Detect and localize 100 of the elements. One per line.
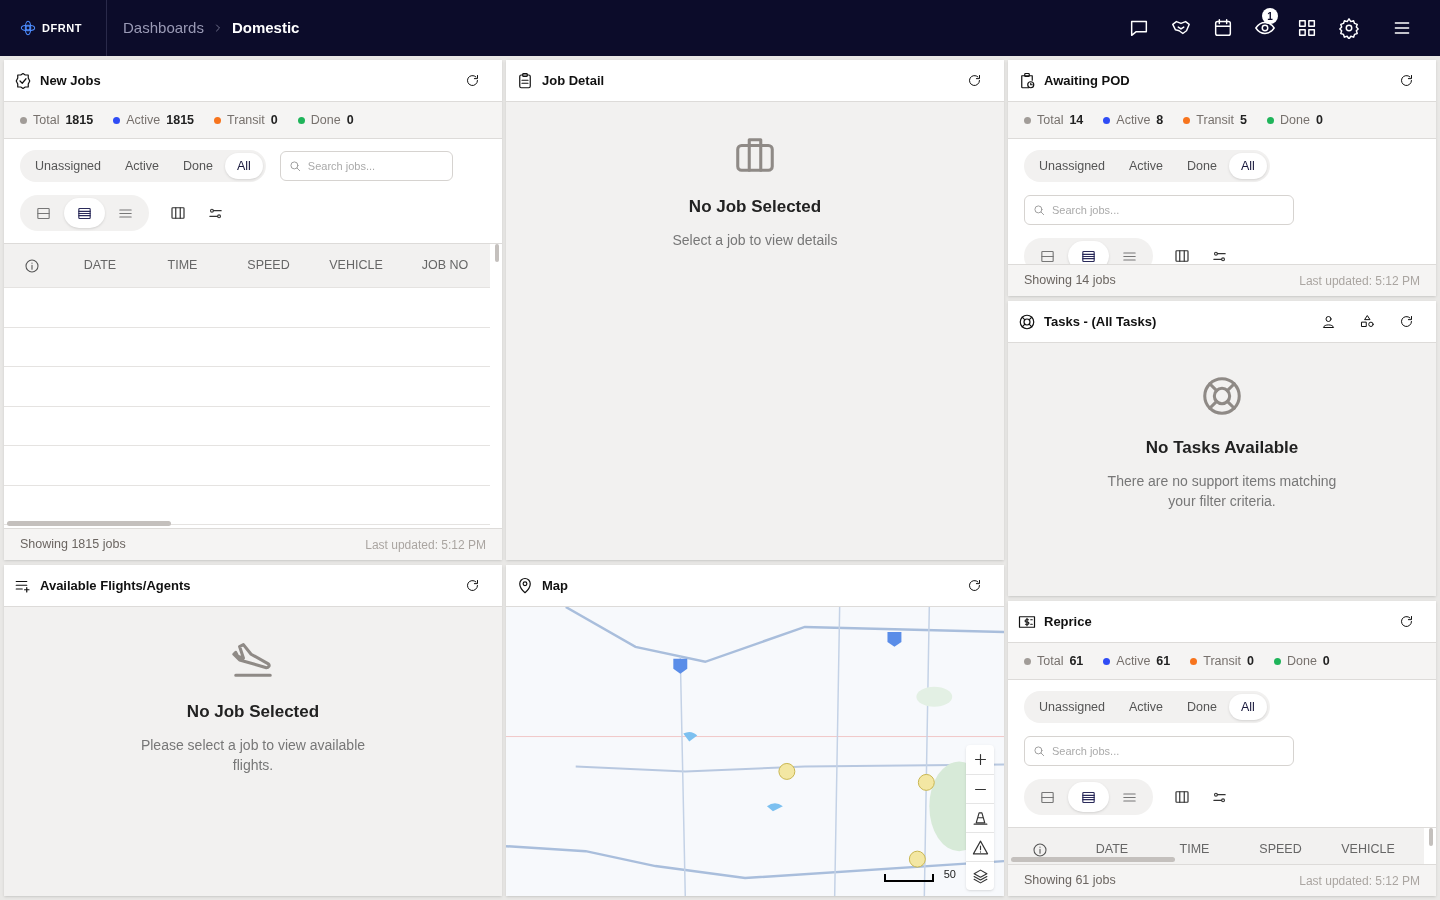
stat-label: Transit xyxy=(227,111,265,129)
search-field[interactable]: Search jobs... xyxy=(1024,736,1294,766)
filter-tab[interactable]: Active xyxy=(1117,694,1176,720)
column-header[interactable]: VEHICLE xyxy=(1324,840,1412,859)
stat-value: 5 xyxy=(1240,111,1247,129)
refresh-icon[interactable] xyxy=(967,578,982,593)
panel-title: Awaiting POD xyxy=(1044,71,1130,90)
scrollbar-thumb[interactable] xyxy=(7,521,171,526)
refresh-icon[interactable] xyxy=(1399,314,1414,329)
empty-state-title: No Job Selected xyxy=(186,701,320,723)
refresh-icon[interactable] xyxy=(967,73,982,88)
stat-value: 1815 xyxy=(166,111,195,129)
refresh-icon[interactable] xyxy=(465,578,480,593)
info-icon[interactable] xyxy=(1032,841,1048,858)
scrollbar-thumb[interactable] xyxy=(495,244,499,262)
columns-icon[interactable] xyxy=(1173,247,1191,264)
column-header[interactable]: JOB NO xyxy=(400,256,490,275)
filter-tab[interactable]: Done xyxy=(171,153,225,179)
grid-icon[interactable] xyxy=(1296,17,1318,39)
columns-icon[interactable] xyxy=(1173,788,1191,806)
filter-tab[interactable]: All xyxy=(224,153,263,179)
breadcrumb-link[interactable]: Dashboards xyxy=(123,16,204,40)
panel-title: New Jobs xyxy=(40,71,101,90)
column-header[interactable]: TIME xyxy=(1152,840,1237,859)
breadcrumb-link[interactable]: Domestic xyxy=(231,16,300,40)
filter-tab[interactable]: Unassigned xyxy=(1027,153,1117,179)
warning-icon[interactable] xyxy=(971,838,989,856)
scale-label: 50 xyxy=(943,866,956,882)
stat-label: Done xyxy=(310,111,341,129)
view-mode-button[interactable] xyxy=(1068,782,1109,812)
stat-label: Active xyxy=(1116,652,1151,670)
stat-label: Transit xyxy=(1203,652,1241,670)
stat-label: Done xyxy=(1280,111,1310,129)
scrollbar-thumb[interactable] xyxy=(1011,857,1175,862)
empty-state-title: No Job Selected xyxy=(688,196,822,218)
column-header[interactable]: DATE xyxy=(1072,840,1152,859)
filter-tab[interactable]: Active xyxy=(113,153,172,179)
scrollbar-thumb[interactable] xyxy=(1429,828,1433,846)
search-icon xyxy=(287,159,302,173)
clipboard-icon xyxy=(516,71,534,90)
stat-value: 14 xyxy=(1069,111,1084,129)
notification-badge: 1 xyxy=(1262,8,1278,24)
stat-label: Done xyxy=(1286,652,1317,670)
shapes-icon[interactable] xyxy=(1360,314,1375,329)
last-updated: Last updated: 5:12 PM xyxy=(365,536,486,554)
panel-title: Tasks - (All Tasks) xyxy=(1044,312,1157,331)
stat-value: 0 xyxy=(346,111,354,129)
stat-value: 0 xyxy=(1315,111,1323,129)
stat-value: 61 xyxy=(1156,652,1171,670)
logo-text[interactable]: DFRNT xyxy=(42,19,83,37)
empty-state-message: Select a job to view details xyxy=(672,230,838,250)
filter-tab[interactable]: Unassigned xyxy=(1027,694,1117,720)
search-icon xyxy=(1032,203,1046,217)
stat-value: 0 xyxy=(270,111,278,129)
filter-tab[interactable]: Active xyxy=(1117,153,1176,179)
job-count: Showing 14 jobs xyxy=(1024,272,1116,290)
filter-tab[interactable]: Unassigned xyxy=(23,153,113,179)
stat-value: 61 xyxy=(1069,652,1084,670)
info-icon[interactable] xyxy=(24,257,40,274)
search-field[interactable]: Search jobs... xyxy=(1024,195,1294,225)
traffic-cone-icon[interactable] xyxy=(971,809,989,827)
badge-check-icon xyxy=(14,71,32,90)
filter-tab[interactable]: Done xyxy=(1175,153,1229,179)
column-header[interactable]: SPEED xyxy=(1237,840,1324,859)
view-mode-button[interactable] xyxy=(64,198,105,228)
panel-title: Reprice xyxy=(1044,612,1092,631)
panel-title: Available Flights/Agents xyxy=(40,576,191,595)
stat-label: Total xyxy=(33,111,60,129)
map-pin-icon xyxy=(516,576,534,595)
column-header[interactable]: TIME xyxy=(140,256,225,275)
columns-icon[interactable] xyxy=(169,204,187,222)
layers-icon[interactable] xyxy=(971,867,989,885)
filter-tab[interactable]: All xyxy=(1228,694,1267,720)
search-icon xyxy=(1032,744,1046,758)
refresh-icon[interactable] xyxy=(1399,73,1414,88)
refresh-icon[interactable] xyxy=(465,73,480,88)
settings-icon[interactable] xyxy=(1338,17,1360,39)
stat-label: Active xyxy=(1116,111,1151,129)
last-updated: Last updated: 5:12 PM xyxy=(1299,872,1420,890)
job-count: Showing 1815 jobs xyxy=(20,536,126,554)
view-mode-button[interactable] xyxy=(1068,241,1109,264)
lifebuoy-icon xyxy=(1018,312,1036,331)
person-icon[interactable] xyxy=(1321,314,1336,329)
job-count: Showing 61 jobs xyxy=(1024,872,1116,890)
column-header[interactable]: SPEED xyxy=(225,256,312,275)
stat-value: 0 xyxy=(1247,652,1254,670)
filter-tab[interactable]: Done xyxy=(1175,694,1229,720)
column-header[interactable]: DATE xyxy=(60,256,140,275)
empty-state-message: Please select a job to view available flights. xyxy=(139,735,367,775)
filter-tab[interactable]: All xyxy=(1228,153,1267,179)
stat-value: 8 xyxy=(1156,111,1164,129)
panel-title: Job Detail xyxy=(542,71,605,90)
last-updated: Last updated: 5:12 PM xyxy=(1299,272,1420,290)
calendar-icon[interactable] xyxy=(1212,17,1234,39)
panel-title: Map xyxy=(542,576,568,595)
column-header[interactable]: VEHICLE xyxy=(312,256,400,275)
logo-icon xyxy=(20,20,36,36)
refresh-icon[interactable] xyxy=(1399,614,1414,629)
scale-bar xyxy=(883,874,934,882)
search-field[interactable]: Search jobs... xyxy=(279,151,453,181)
